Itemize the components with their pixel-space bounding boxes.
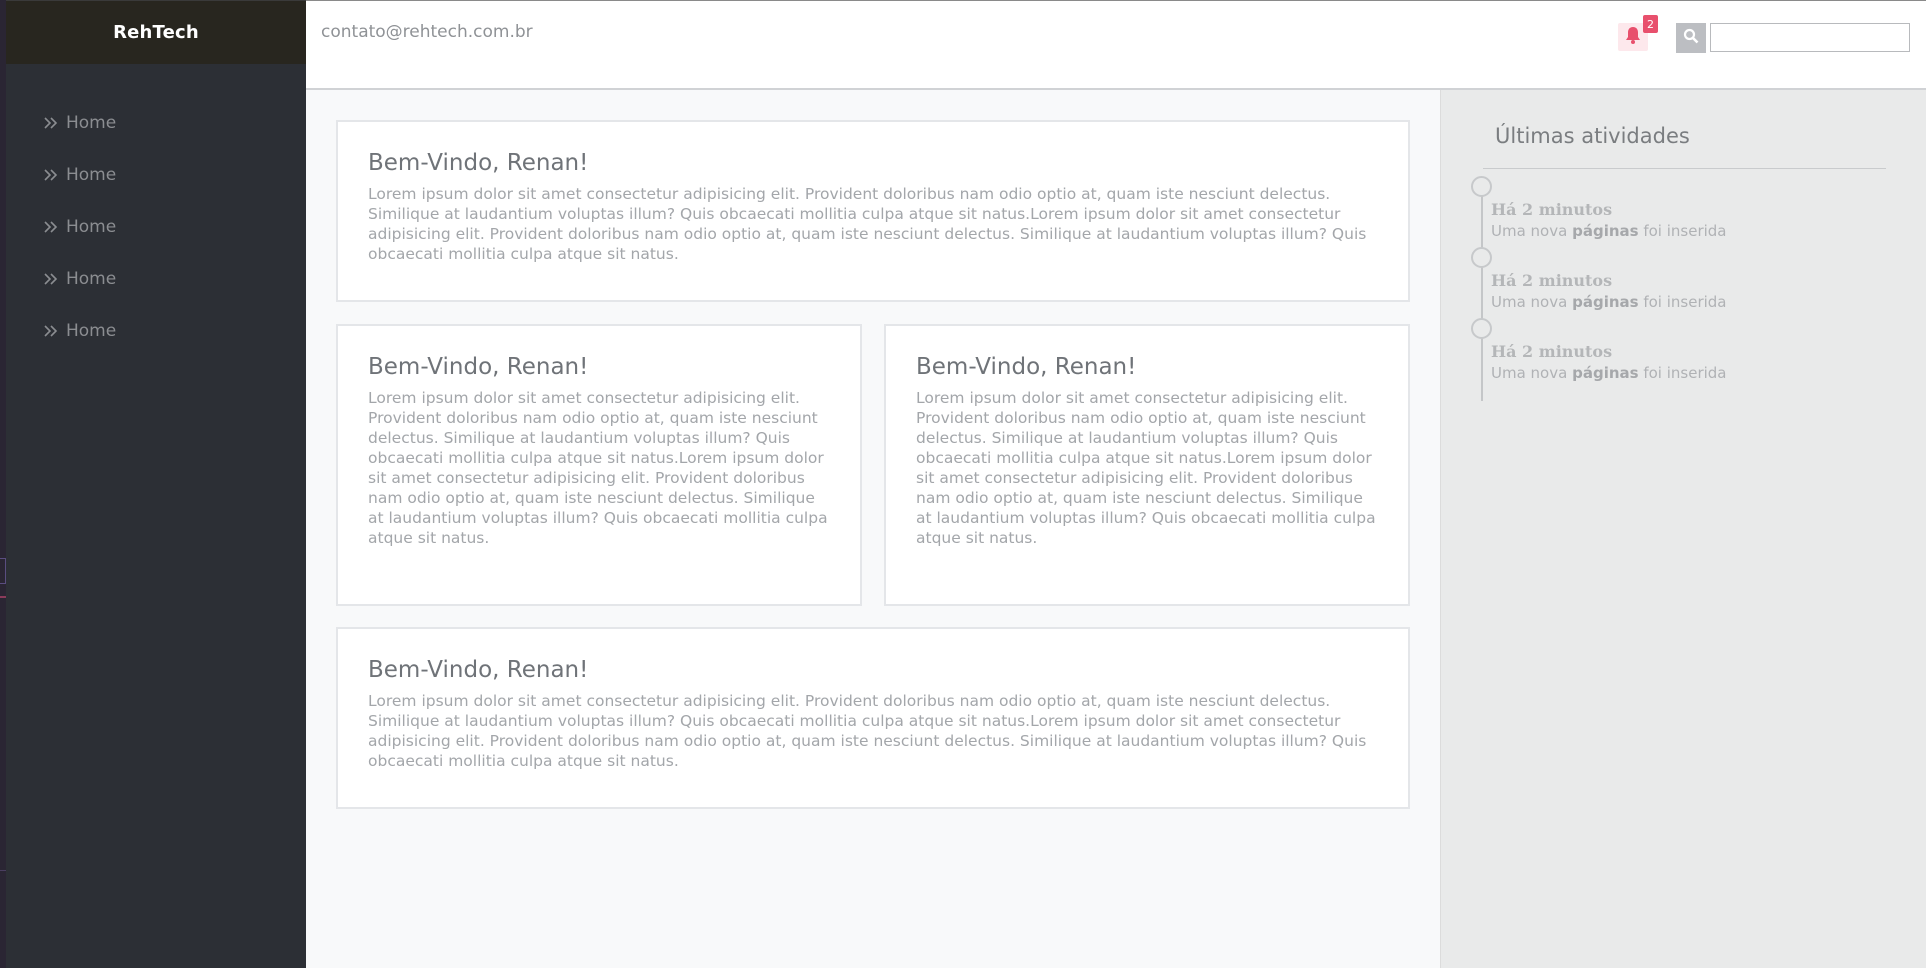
welcome-card: Bem-Vindo, Renan! Lorem ipsum dolor sit … (336, 120, 1410, 302)
activity-highlight: páginas (1572, 293, 1639, 311)
card-title: Bem-Vindo, Renan! (916, 354, 1137, 380)
sidebar-item-label: Home (66, 321, 117, 341)
double-chevron-right-icon (44, 221, 64, 233)
activity-time: Há 2 minutos (1491, 342, 1613, 361)
welcome-card: Bem-Vindo, Renan! Lorem ipsum dolor sit … (884, 324, 1410, 606)
timeline-dot (1471, 318, 1492, 339)
activity-divider (1483, 168, 1886, 169)
brand-header: RehTech (6, 0, 306, 64)
card-text: Lorem ipsum dolor sit amet consectetur a… (368, 185, 1367, 263)
activity-time: Há 2 minutos (1491, 200, 1613, 219)
bell-icon (1625, 26, 1641, 48)
card-text: Lorem ipsum dolor sit amet consectetur a… (368, 389, 828, 547)
card-text: Lorem ipsum dolor sit amet consectetur a… (916, 389, 1376, 547)
activity-prefix: Uma nova (1491, 293, 1568, 311)
card-text: Lorem ipsum dolor sit amet consectetur a… (368, 692, 1367, 770)
activity-prefix: Uma nova (1491, 364, 1568, 382)
sidebar: RehTech Home Home Home Home Home (6, 0, 306, 968)
activity-highlight: páginas (1572, 222, 1639, 240)
sidebar-item-label: Home (66, 165, 117, 185)
activity-time: Há 2 minutos (1491, 271, 1613, 290)
activity-suffix: foi inserida (1643, 364, 1727, 382)
sidebar-item-home[interactable]: Home (6, 149, 306, 201)
activity-description: Uma nova páginas foi inserida (1491, 222, 1727, 240)
sidebar-item-home[interactable]: Home (6, 305, 306, 357)
activity-suffix: foi inserida (1643, 293, 1727, 311)
search-input[interactable] (1710, 23, 1910, 52)
activity-panel: Últimas atividades Há 2 minutos Uma nova… (1440, 90, 1926, 968)
search-button[interactable] (1676, 23, 1706, 53)
double-chevron-right-icon (44, 117, 64, 129)
sidebar-item-label: Home (66, 269, 117, 289)
activity-description: Uma nova páginas foi inserida (1491, 293, 1727, 311)
activity-title: Últimas atividades (1495, 124, 1690, 148)
activity-suffix: foi inserida (1643, 222, 1727, 240)
timeline-line (1481, 186, 1483, 401)
notification-count-badge: 2 (1643, 15, 1658, 33)
timeline-dot (1471, 247, 1492, 268)
sidebar-item-label: Home (66, 113, 117, 133)
card-title: Bem-Vindo, Renan! (368, 354, 589, 380)
top-header: contato@rehtech.com.br 2 (306, 0, 1926, 90)
sidebar-nav: Home Home Home Home Home (6, 64, 306, 357)
brand-name[interactable]: RehTech (113, 22, 199, 43)
activity-highlight: páginas (1572, 364, 1639, 382)
double-chevron-right-icon (44, 325, 64, 337)
card-title: Bem-Vindo, Renan! (368, 657, 589, 683)
timeline-dot (1471, 176, 1492, 197)
contact-email: contato@rehtech.com.br (321, 22, 533, 42)
double-chevron-right-icon (44, 273, 64, 285)
welcome-card: Bem-Vindo, Renan! Lorem ipsum dolor sit … (336, 324, 862, 606)
welcome-card: Bem-Vindo, Renan! Lorem ipsum dolor sit … (336, 627, 1410, 809)
search-icon (1683, 28, 1699, 48)
sidebar-item-home[interactable]: Home (6, 253, 306, 305)
sidebar-item-label: Home (66, 217, 117, 237)
main-content: Bem-Vindo, Renan! Lorem ipsum dolor sit … (306, 90, 1440, 968)
sidebar-item-home[interactable]: Home (6, 201, 306, 253)
activity-description: Uma nova páginas foi inserida (1491, 364, 1727, 382)
card-title: Bem-Vindo, Renan! (368, 150, 589, 176)
sidebar-item-home[interactable]: Home (6, 97, 306, 149)
activity-prefix: Uma nova (1491, 222, 1568, 240)
double-chevron-right-icon (44, 169, 64, 181)
